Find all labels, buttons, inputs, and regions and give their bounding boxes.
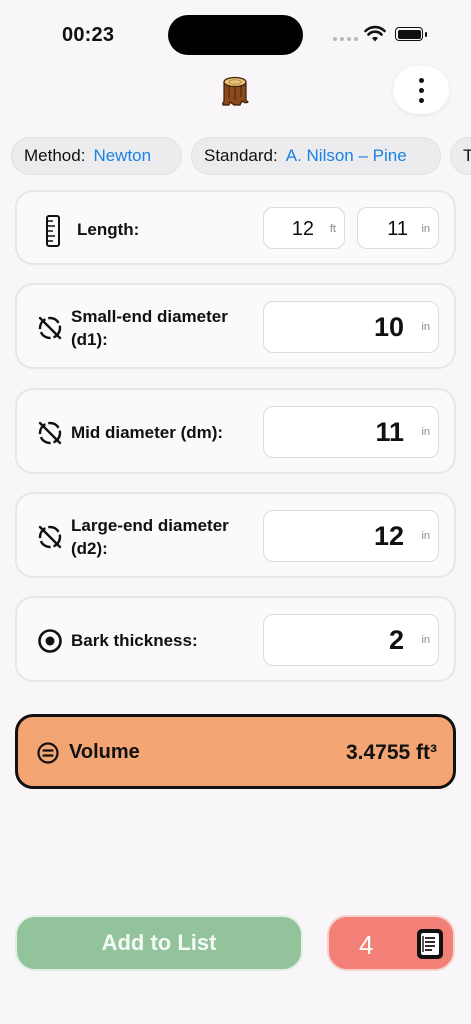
status-time: 00:23 bbox=[62, 24, 115, 46]
chip-label: Method: bbox=[24, 146, 86, 165]
diameter-icon bbox=[38, 421, 62, 445]
small-end-input[interactable]: 10 in bbox=[263, 301, 439, 353]
length-label: Length: bbox=[77, 220, 140, 239]
bark-thickness-input[interactable]: 2 in bbox=[263, 614, 439, 666]
chip-label: Standard: bbox=[204, 146, 278, 165]
battery-icon bbox=[395, 27, 423, 41]
volume-label: Volume bbox=[69, 741, 140, 763]
standard-chip[interactable]: Standard: A. Nilson – Pine bbox=[191, 137, 441, 175]
add-to-list-button[interactable]: Add to List bbox=[15, 915, 303, 971]
wifi-icon bbox=[364, 25, 386, 42]
length-card: Length: 12 ft 11 in bbox=[15, 190, 456, 265]
extra-chip[interactable]: T bbox=[450, 137, 471, 175]
diameter-icon bbox=[38, 316, 62, 340]
list-count: 4 bbox=[359, 930, 374, 960]
length-feet-value: 12 bbox=[291, 218, 314, 240]
large-end-value: 12 bbox=[373, 521, 404, 551]
notebook-icon bbox=[417, 929, 443, 959]
small-end-value: 10 bbox=[373, 312, 404, 342]
bark-thickness-label: Bark thickness: bbox=[71, 631, 198, 650]
chip-label: T bbox=[463, 146, 471, 165]
inches-unit: in bbox=[421, 223, 430, 235]
chip-value: Newton bbox=[93, 146, 152, 165]
small-end-diameter-card: Small-end diameter (d1): 10 in bbox=[15, 283, 456, 369]
volume-value: 3.4755 ft³ bbox=[345, 741, 437, 764]
bark-thickness-value: 2 bbox=[388, 625, 404, 655]
mid-diameter-card: Mid diameter (dm): 11 in bbox=[15, 388, 456, 474]
vertical-ellipsis-icon bbox=[418, 77, 424, 83]
method-chip[interactable]: Method: Newton bbox=[11, 137, 182, 175]
inches-unit: in bbox=[421, 530, 430, 542]
bark-ring-icon bbox=[38, 629, 62, 653]
mid-diameter-label: Mid diameter (dm): bbox=[71, 423, 224, 442]
saved-list-button[interactable]: 4 bbox=[327, 915, 455, 971]
volume-result: Volume 3.4755 ft³ bbox=[15, 714, 456, 789]
bark-thickness-card: Bark thickness: 2 in bbox=[15, 596, 456, 682]
length-inches-value: 11 bbox=[387, 218, 408, 240]
large-end-diameter-card: Large-end diameter (d2): 12 in bbox=[15, 492, 456, 578]
status-bar: 00:23 bbox=[0, 0, 471, 60]
inches-unit: in bbox=[421, 321, 430, 333]
mid-diameter-value: 11 bbox=[375, 417, 404, 447]
dynamic-island bbox=[168, 15, 303, 55]
ruler-icon bbox=[46, 215, 60, 247]
length-inches-input[interactable]: 11 in bbox=[357, 207, 439, 249]
feet-unit: ft bbox=[329, 223, 336, 235]
mid-diameter-input[interactable]: 11 in bbox=[263, 406, 439, 458]
chip-value: A. Nilson – Pine bbox=[285, 146, 407, 165]
settings-chips: Method: Newton Standard: A. Nilson – Pin… bbox=[11, 137, 471, 177]
inches-unit: in bbox=[421, 426, 430, 438]
large-end-label: Large-end diameter (d2): bbox=[71, 516, 229, 558]
small-end-label: Small-end diameter (d1): bbox=[71, 307, 228, 349]
equals-circle-icon bbox=[37, 742, 59, 764]
more-options-button[interactable] bbox=[393, 66, 449, 114]
large-end-input[interactable]: 12 in bbox=[263, 510, 439, 562]
diameter-icon bbox=[38, 525, 62, 549]
length-feet-input[interactable]: 12 ft bbox=[263, 207, 345, 249]
inches-unit: in bbox=[421, 634, 430, 646]
cellular-signal-icon bbox=[333, 37, 358, 41]
log-stump-icon bbox=[222, 76, 249, 106]
